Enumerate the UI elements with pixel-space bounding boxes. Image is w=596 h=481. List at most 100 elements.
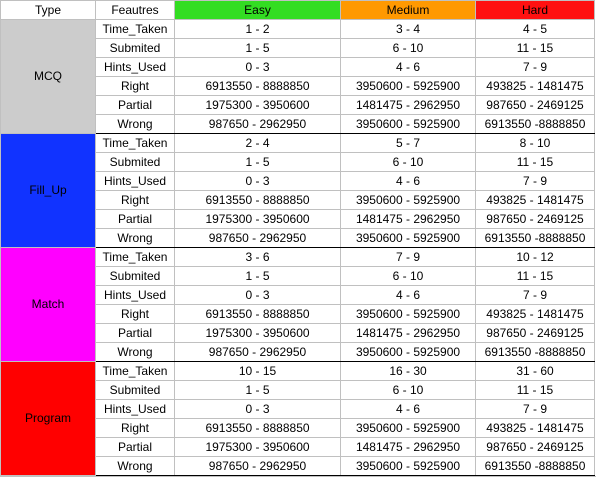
type-cell[interactable]: MCQ — [0, 19, 96, 134]
medium-cell[interactable]: 16 - 30 — [340, 361, 476, 381]
feature-cell[interactable]: Hints_Used — [95, 171, 175, 191]
feature-cell[interactable]: Right — [95, 304, 175, 324]
hard-cell[interactable]: 6913550 -8888850 — [475, 228, 595, 248]
medium-cell[interactable]: 3950600 - 5925900 — [340, 418, 476, 438]
hard-cell[interactable]: 7 - 9 — [475, 399, 595, 419]
easy-cell[interactable]: 1 - 5 — [174, 380, 341, 400]
feature-cell[interactable]: Submited — [95, 266, 175, 286]
feature-cell[interactable]: Submited — [95, 38, 175, 58]
medium-cell[interactable]: 1481475 - 2962950 — [340, 323, 476, 343]
easy-cell[interactable]: 6913550 - 8888850 — [174, 190, 341, 210]
feature-cell[interactable]: Hints_Used — [95, 285, 175, 305]
hard-cell[interactable]: 11 - 15 — [475, 152, 595, 172]
hard-cell[interactable]: 11 - 15 — [475, 38, 595, 58]
feature-cell[interactable]: Hints_Used — [95, 399, 175, 419]
easy-cell[interactable]: 987650 - 2962950 — [174, 114, 341, 134]
easy-cell[interactable]: 1975300 - 3950600 — [174, 95, 341, 115]
medium-cell[interactable]: 4 - 6 — [340, 285, 476, 305]
hard-cell[interactable]: 493825 - 1481475 — [475, 304, 595, 324]
feature-cell[interactable]: Partial — [95, 437, 175, 457]
feature-cell[interactable]: Time_Taken — [95, 247, 175, 267]
header-medium[interactable]: Medium — [340, 0, 476, 20]
header-features[interactable]: Feautres — [95, 0, 175, 20]
easy-cell[interactable]: 987650 - 2962950 — [174, 228, 341, 248]
easy-cell[interactable]: 6913550 - 8888850 — [174, 304, 341, 324]
hard-cell[interactable]: 7 - 9 — [475, 171, 595, 191]
medium-cell[interactable]: 3 - 4 — [340, 19, 476, 39]
hard-cell[interactable]: 11 - 15 — [475, 266, 595, 286]
medium-cell[interactable]: 3950600 - 5925900 — [340, 76, 476, 96]
hard-cell[interactable]: 7 - 9 — [475, 285, 595, 305]
hard-cell[interactable]: 31 - 60 — [475, 361, 595, 381]
feature-cell[interactable]: Submited — [95, 152, 175, 172]
hard-cell[interactable]: 10 - 12 — [475, 247, 595, 267]
hard-cell[interactable]: 493825 - 1481475 — [475, 418, 595, 438]
easy-cell[interactable]: 0 - 3 — [174, 171, 341, 191]
feature-cell[interactable]: Right — [95, 418, 175, 438]
easy-cell[interactable]: 3 - 6 — [174, 247, 341, 267]
medium-cell[interactable]: 3950600 - 5925900 — [340, 228, 476, 248]
medium-cell[interactable]: 3950600 - 5925900 — [340, 304, 476, 324]
feature-cell[interactable]: Wrong — [95, 456, 175, 476]
medium-cell[interactable]: 4 - 6 — [340, 399, 476, 419]
feature-cell[interactable]: Partial — [95, 95, 175, 115]
type-cell[interactable]: Program — [0, 361, 96, 476]
easy-cell[interactable]: 2 - 4 — [174, 133, 341, 153]
easy-cell[interactable]: 1 - 5 — [174, 152, 341, 172]
feature-cell[interactable]: Wrong — [95, 342, 175, 362]
hard-cell[interactable]: 987650 - 2469125 — [475, 437, 595, 457]
feature-cell[interactable]: Time_Taken — [95, 19, 175, 39]
hard-cell[interactable]: 4 - 5 — [475, 19, 595, 39]
header-hard[interactable]: Hard — [475, 0, 595, 20]
easy-cell[interactable]: 987650 - 2962950 — [174, 456, 341, 476]
hard-cell[interactable]: 6913550 -8888850 — [475, 342, 595, 362]
medium-cell[interactable]: 7 - 9 — [340, 247, 476, 267]
feature-cell[interactable]: Time_Taken — [95, 361, 175, 381]
feature-cell[interactable]: Right — [95, 190, 175, 210]
medium-cell[interactable]: 6 - 10 — [340, 38, 476, 58]
easy-cell[interactable]: 1975300 - 3950600 — [174, 323, 341, 343]
hard-cell[interactable]: 6913550 -8888850 — [475, 114, 595, 134]
feature-cell[interactable]: Partial — [95, 209, 175, 229]
hard-cell[interactable]: 987650 - 2469125 — [475, 209, 595, 229]
medium-cell[interactable]: 3950600 - 5925900 — [340, 456, 476, 476]
type-cell[interactable]: Match — [0, 247, 96, 362]
hard-cell[interactable]: 987650 - 2469125 — [475, 95, 595, 115]
feature-cell[interactable]: Hints_Used — [95, 57, 175, 77]
medium-cell[interactable]: 3950600 - 5925900 — [340, 114, 476, 134]
header-type[interactable]: Type — [0, 0, 96, 20]
medium-cell[interactable]: 5 - 7 — [340, 133, 476, 153]
feature-cell[interactable]: Right — [95, 76, 175, 96]
hard-cell[interactable]: 987650 - 2469125 — [475, 323, 595, 343]
easy-cell[interactable]: 0 - 3 — [174, 57, 341, 77]
easy-cell[interactable]: 6913550 - 8888850 — [174, 418, 341, 438]
medium-cell[interactable]: 1481475 - 2962950 — [340, 437, 476, 457]
easy-cell[interactable]: 10 - 15 — [174, 361, 341, 381]
easy-cell[interactable]: 0 - 3 — [174, 399, 341, 419]
hard-cell[interactable]: 7 - 9 — [475, 57, 595, 77]
header-easy[interactable]: Easy — [174, 0, 341, 20]
easy-cell[interactable]: 1 - 2 — [174, 19, 341, 39]
feature-cell[interactable]: Submited — [95, 380, 175, 400]
easy-cell[interactable]: 987650 - 2962950 — [174, 342, 341, 362]
easy-cell[interactable]: 6913550 - 8888850 — [174, 76, 341, 96]
hard-cell[interactable]: 6913550 -8888850 — [475, 456, 595, 476]
hard-cell[interactable]: 493825 - 1481475 — [475, 76, 595, 96]
easy-cell[interactable]: 1 - 5 — [174, 38, 341, 58]
medium-cell[interactable]: 6 - 10 — [340, 152, 476, 172]
hard-cell[interactable]: 11 - 15 — [475, 380, 595, 400]
easy-cell[interactable]: 1975300 - 3950600 — [174, 209, 341, 229]
feature-cell[interactable]: Time_Taken — [95, 133, 175, 153]
type-cell[interactable]: Fill_Up — [0, 133, 96, 248]
medium-cell[interactable]: 1481475 - 2962950 — [340, 95, 476, 115]
medium-cell[interactable]: 3950600 - 5925900 — [340, 190, 476, 210]
medium-cell[interactable]: 4 - 6 — [340, 57, 476, 77]
easy-cell[interactable]: 1975300 - 3950600 — [174, 437, 341, 457]
hard-cell[interactable]: 493825 - 1481475 — [475, 190, 595, 210]
medium-cell[interactable]: 1481475 - 2962950 — [340, 209, 476, 229]
easy-cell[interactable]: 0 - 3 — [174, 285, 341, 305]
feature-cell[interactable]: Partial — [95, 323, 175, 343]
hard-cell[interactable]: 8 - 10 — [475, 133, 595, 153]
medium-cell[interactable]: 3950600 - 5925900 — [340, 342, 476, 362]
feature-cell[interactable]: Wrong — [95, 114, 175, 134]
